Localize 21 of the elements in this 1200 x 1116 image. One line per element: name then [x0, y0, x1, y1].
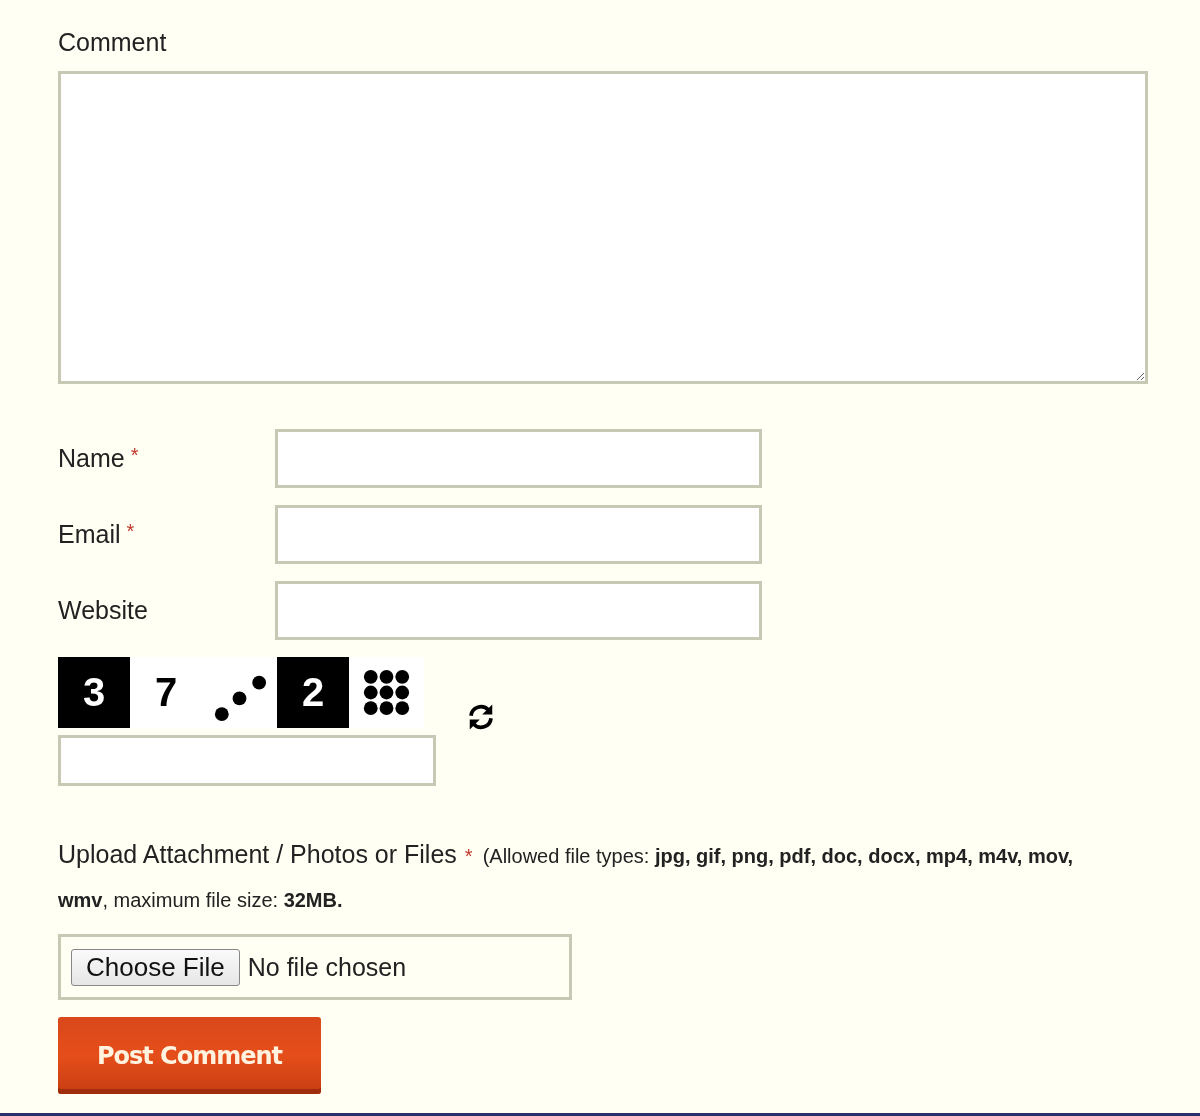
- field-label: Name: [58, 444, 125, 473]
- captcha-digit: 7: [130, 657, 202, 728]
- captcha-digit: 3: [58, 657, 130, 728]
- post-comment-button[interactable]: Post Comment: [58, 1017, 321, 1094]
- captcha-field[interactable]: [58, 735, 436, 786]
- field-label: Website: [58, 596, 148, 625]
- required-mark: *: [130, 444, 139, 467]
- input-field[interactable]: [275, 429, 762, 488]
- file-status: No file chosen: [247, 952, 407, 982]
- comment-field[interactable]: [58, 71, 1148, 384]
- captcha-dots-icon: [349, 657, 424, 728]
- choose-file-button[interactable]: Choose File: [71, 948, 240, 986]
- input-field[interactable]: [275, 505, 762, 564]
- captcha-dots-icon: [202, 657, 277, 728]
- comment-label: Comment: [58, 28, 167, 57]
- input-field[interactable]: [275, 581, 762, 640]
- required-mark: *: [126, 520, 135, 543]
- file-input-field[interactable]: Choose File No file chosen: [58, 934, 572, 1000]
- field-label: Email: [58, 520, 121, 549]
- captcha-digit: 2: [277, 657, 349, 728]
- upload-label: Upload Attachment / Photos or Files * (Allowed file types: jpg, gif, png, pdf, doc, docx, mp4, m4v, mov, wmv, maximum file size: 32MB.: [58, 839, 1075, 913]
